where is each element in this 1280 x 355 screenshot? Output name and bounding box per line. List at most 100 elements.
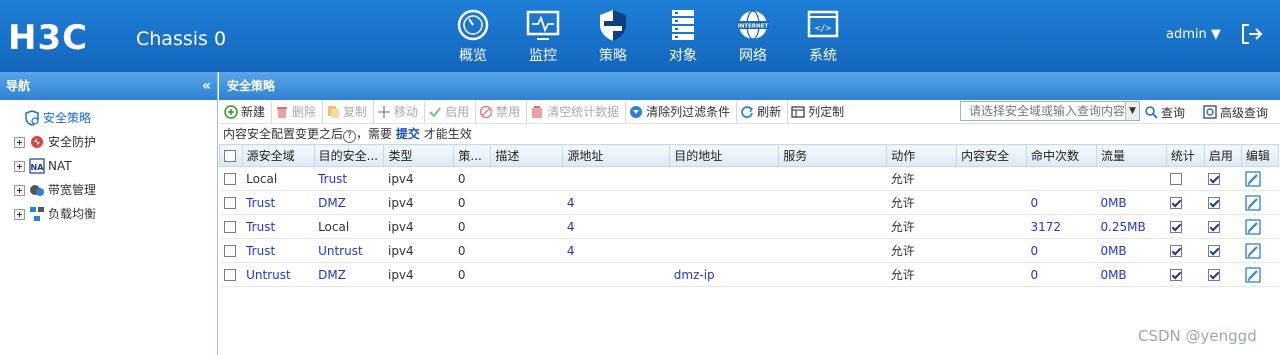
col-stats[interactable]: 统计: [1165, 144, 1205, 167]
new-button[interactable]: 新建: [221, 100, 273, 123]
cell-traffic[interactable]: 0.25MB: [1096, 214, 1167, 239]
sidebar-item-bandwidth[interactable]: 带宽管理: [0, 178, 217, 202]
nav-network[interactable]: INTERNET 网络: [718, 8, 788, 65]
row-checkbox[interactable]: [223, 221, 236, 233]
collapse-icon[interactable]: «: [202, 72, 211, 100]
clear-stats-button[interactable]: 清空统计数据: [527, 100, 627, 123]
enable-checkbox[interactable]: [1208, 269, 1221, 281]
cell-traffic[interactable]: 0MB: [1096, 238, 1167, 263]
table-row[interactable]: Local Trust ipv4 0 允许: [219, 166, 1279, 191]
select-all-cell[interactable]: [219, 144, 243, 167]
logout-icon[interactable]: [1240, 22, 1264, 46]
expand-icon[interactable]: [14, 136, 25, 148]
edit-icon[interactable]: [1245, 194, 1262, 211]
row-checkbox[interactable]: [223, 245, 236, 257]
cell-dst-zone[interactable]: DMZ: [314, 262, 384, 287]
cell-src-addr[interactable]: 4: [562, 190, 670, 215]
cell-hits[interactable]: 0: [1026, 238, 1097, 263]
move-button[interactable]: 移动: [374, 100, 426, 123]
shield-icon: [600, 10, 626, 41]
query-button[interactable]: 查询: [1144, 100, 1185, 124]
row-checkbox[interactable]: [223, 269, 236, 281]
col-dst-zone[interactable]: 目的安全...: [313, 144, 385, 167]
table-row[interactable]: Trust Untrust ipv4 0 4 允许 0 0MB: [219, 238, 1279, 263]
select-all-checkbox[interactable]: [224, 150, 236, 162]
col-action[interactable]: 动作: [886, 144, 958, 167]
row-checkbox[interactable]: [223, 173, 236, 185]
col-edit[interactable]: 编辑: [1240, 144, 1280, 167]
cell-hits[interactable]: 0: [1026, 262, 1097, 287]
nav-overview[interactable]: 概览: [438, 8, 508, 65]
col-content-sec[interactable]: 内容安全: [956, 144, 1028, 167]
delete-button[interactable]: 删除: [272, 100, 324, 123]
submit-link[interactable]: 提交: [396, 127, 420, 141]
col-enable[interactable]: 启用: [1203, 144, 1242, 167]
enable-checkbox[interactable]: [1208, 173, 1221, 185]
col-hits[interactable]: 命中次数: [1026, 144, 1097, 167]
table-row[interactable]: Trust Local ipv4 0 4 允许 3172 0.25MB: [219, 214, 1279, 239]
user-menu[interactable]: admin ▼: [1166, 27, 1221, 42]
row-checkbox[interactable]: [223, 197, 236, 209]
cell-dst-addr[interactable]: dmz-ip: [669, 262, 779, 287]
sidebar-item-security-policy[interactable]: 安全策略: [0, 106, 217, 130]
stats-checkbox[interactable]: [1170, 269, 1183, 281]
col-traffic[interactable]: 流量: [1095, 144, 1167, 167]
sidebar-item-nat[interactable]: NA NAT: [0, 154, 217, 178]
cell-traffic[interactable]: 0MB: [1096, 190, 1167, 215]
cell-dst-zone[interactable]: DMZ: [314, 190, 384, 215]
disable-button[interactable]: 禁用: [476, 100, 528, 123]
enable-checkbox[interactable]: [1208, 197, 1221, 209]
help-icon[interactable]: ?: [343, 130, 357, 143]
custom-columns-button[interactable]: 列定制: [788, 101, 850, 123]
edit-icon[interactable]: [1245, 170, 1262, 187]
cell-src-zone[interactable]: Trust: [242, 214, 315, 239]
expand-icon[interactable]: [14, 160, 25, 172]
edit-icon[interactable]: [1245, 242, 1262, 259]
nav-monitor[interactable]: 监控: [508, 8, 578, 65]
enable-button[interactable]: 启用: [425, 100, 477, 123]
col-src-addr[interactable]: 源地址: [562, 144, 671, 167]
col-service[interactable]: 服务: [778, 144, 888, 167]
col-src-zone[interactable]: 源安全域: [241, 144, 315, 167]
stats-checkbox[interactable]: [1170, 245, 1183, 257]
cell-src-zone[interactable]: Untrust: [242, 262, 315, 287]
clear-filter-button[interactable]: 清除列过滤条件: [626, 100, 738, 123]
nav-object[interactable]: 对象: [648, 8, 718, 65]
refresh-button[interactable]: 刷新: [737, 100, 789, 123]
nav-policy[interactable]: 策略: [578, 8, 648, 65]
expand-icon[interactable]: [14, 208, 25, 220]
copy-button[interactable]: 复制: [323, 100, 375, 123]
chevron-down-icon[interactable]: ▼: [1125, 102, 1139, 120]
enable-checkbox[interactable]: [1208, 221, 1221, 233]
enable-checkbox[interactable]: [1208, 245, 1221, 257]
stats-checkbox[interactable]: [1170, 221, 1183, 233]
col-desc[interactable]: 描述: [490, 144, 564, 167]
table-row[interactable]: Untrust DMZ ipv4 0 dmz-ip 允许 0 0MB: [219, 262, 1279, 287]
sidebar-item-load-balance[interactable]: 负载均衡: [0, 202, 217, 226]
new-label: 新建: [241, 105, 266, 119]
edit-icon[interactable]: [1245, 266, 1262, 283]
table-row[interactable]: Trust DMZ ipv4 0 4 允许 0 0MB: [219, 190, 1279, 215]
col-policy-id[interactable]: 策...: [453, 144, 492, 167]
cell-hits[interactable]: 3172: [1026, 214, 1097, 239]
search-select[interactable]: 请选择安全域或输入查询内容 ▼: [960, 101, 1140, 121]
sidebar-item-protection[interactable]: 安全防护: [0, 130, 217, 154]
col-dst-addr[interactable]: 目的地址: [669, 144, 780, 167]
col-type[interactable]: 类型: [383, 144, 455, 167]
top-bar: H3C Chassis 0 概览 监控 策略 对象 INTERNET 网络 </…: [0, 0, 1280, 72]
edit-icon[interactable]: [1245, 218, 1262, 235]
cell-src-zone[interactable]: Trust: [242, 190, 315, 215]
nav-system[interactable]: </> 系统: [788, 8, 858, 65]
cell-dst-zone[interactable]: Untrust: [314, 238, 384, 263]
advanced-query-button[interactable]: 高级查询: [1203, 100, 1268, 124]
cell-src-zone[interactable]: Trust: [242, 238, 315, 263]
cell-traffic[interactable]: 0MB: [1096, 262, 1167, 287]
cell-dst-zone[interactable]: Trust: [314, 166, 384, 191]
row-select-cell: [219, 190, 243, 215]
cell-src-addr[interactable]: 4: [562, 238, 670, 263]
cell-src-addr[interactable]: 4: [562, 214, 670, 239]
cell-hits[interactable]: 0: [1026, 190, 1097, 215]
stats-checkbox[interactable]: [1170, 173, 1183, 185]
stats-checkbox[interactable]: [1170, 197, 1183, 209]
expand-icon[interactable]: [14, 184, 25, 196]
